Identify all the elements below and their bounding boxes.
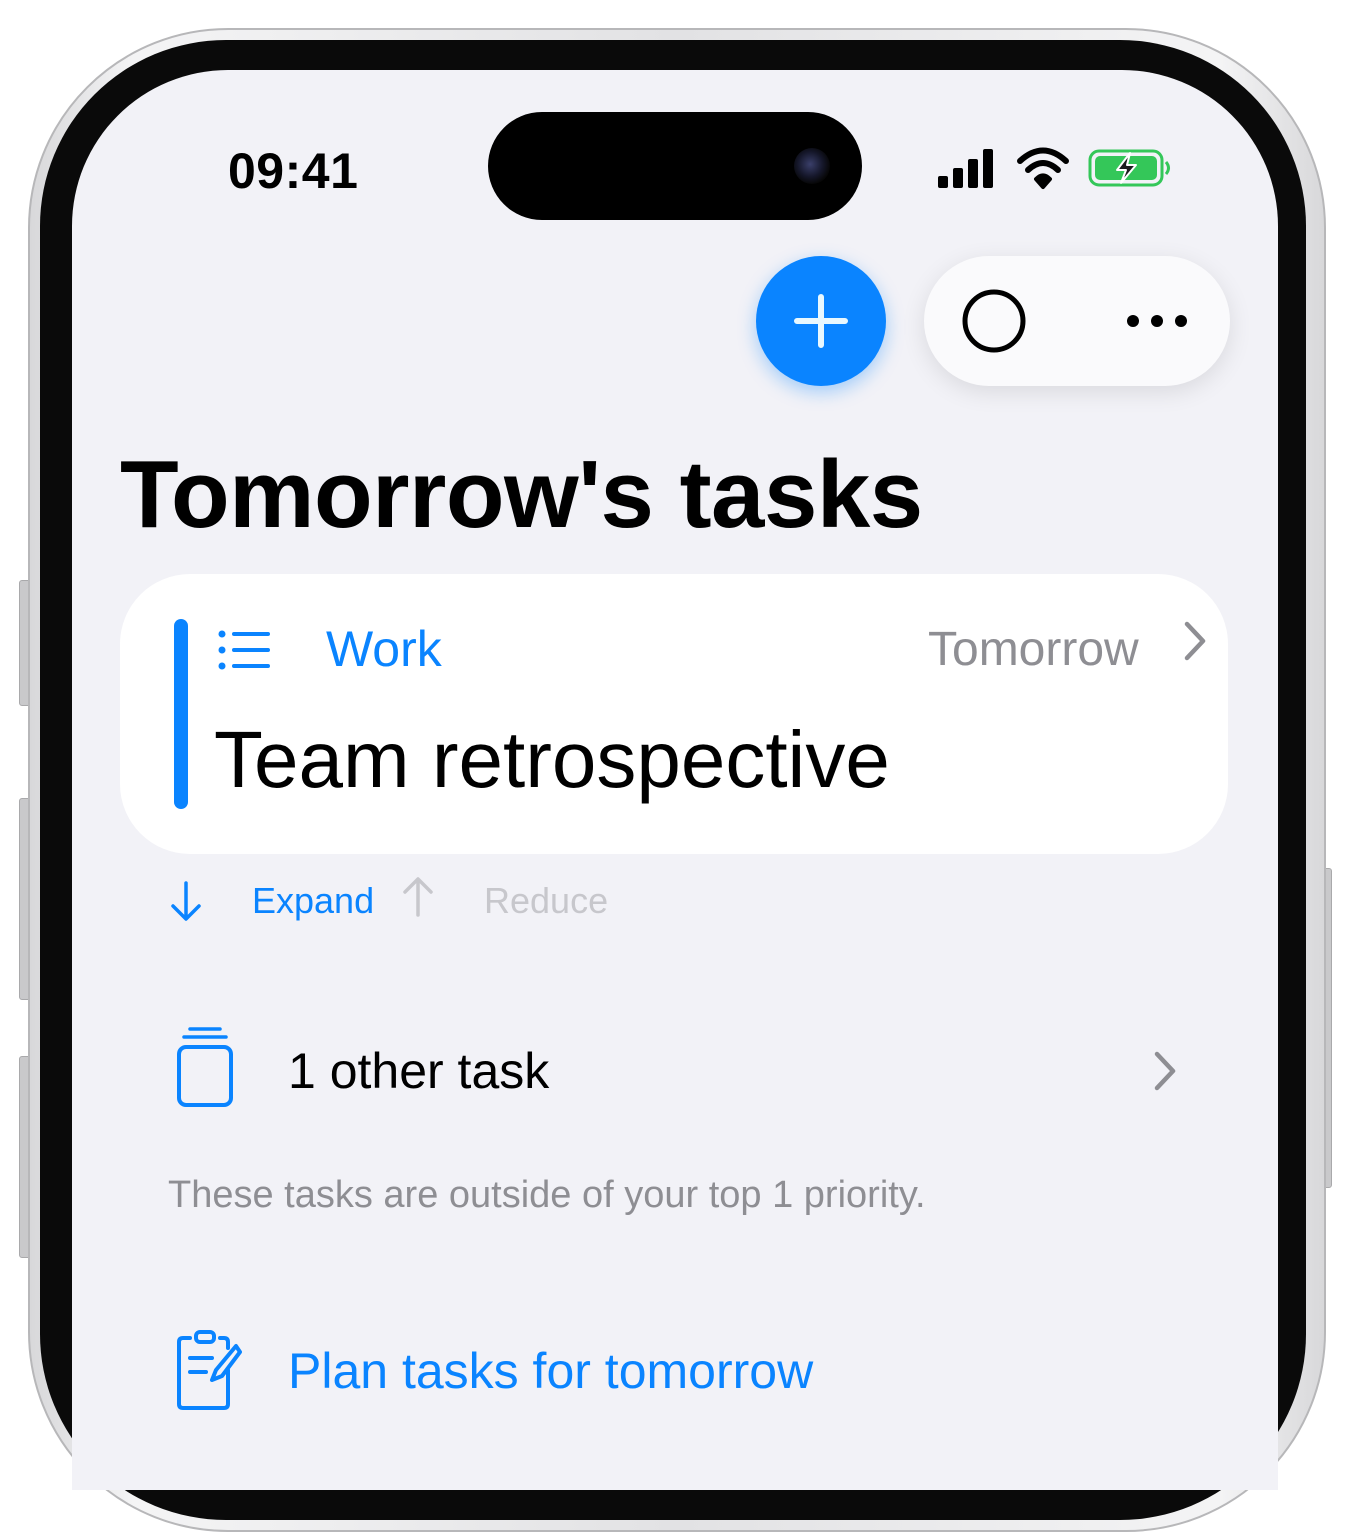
task-card[interactable]: Work Tomorrow Team retrospective [120, 574, 1228, 854]
circle-icon[interactable] [962, 289, 1026, 353]
wifi-icon [1017, 147, 1069, 189]
page-title: Tomorrow's tasks [120, 441, 923, 548]
expand-button[interactable]: Expand [252, 880, 374, 922]
chevron-right-icon [1154, 1051, 1176, 1091]
priority-footnote: These tasks are outside of your top 1 pr… [168, 1174, 926, 1216]
arrow-up-icon [403, 877, 433, 917]
status-time: 09:41 [228, 143, 359, 199]
list-icon [218, 630, 270, 670]
task-date: Tomorrow [928, 623, 1139, 676]
ellipsis-icon[interactable] [1124, 301, 1190, 341]
camera-lens [794, 148, 830, 184]
task-title: Team retrospective [214, 715, 890, 804]
toolbar-pill [924, 256, 1230, 386]
other-tasks-label: 1 other task [288, 1043, 550, 1099]
clipboard-edit-icon [177, 1330, 242, 1410]
task-category: Work [326, 621, 442, 677]
battery-charging-icon [1088, 149, 1170, 187]
plan-tasks-label: Plan tasks for tomorrow [288, 1343, 814, 1399]
add-task-button[interactable] [756, 256, 886, 386]
plus-icon [794, 294, 848, 348]
priority-accent-bar [174, 619, 188, 809]
dynamic-island [488, 112, 862, 220]
reduce-button: Reduce [484, 880, 609, 921]
other-tasks-row[interactable]: 1 other task [176, 1026, 1186, 1116]
phone-screen: 09:41 Tomorrow's tasks Work Tomorrow Tea… [72, 70, 1278, 1490]
cellular-signal-icon [938, 149, 993, 188]
stack-icon [177, 1027, 233, 1107]
chevron-right-icon[interactable] [1182, 620, 1208, 662]
arrow-down-icon[interactable] [170, 880, 202, 922]
